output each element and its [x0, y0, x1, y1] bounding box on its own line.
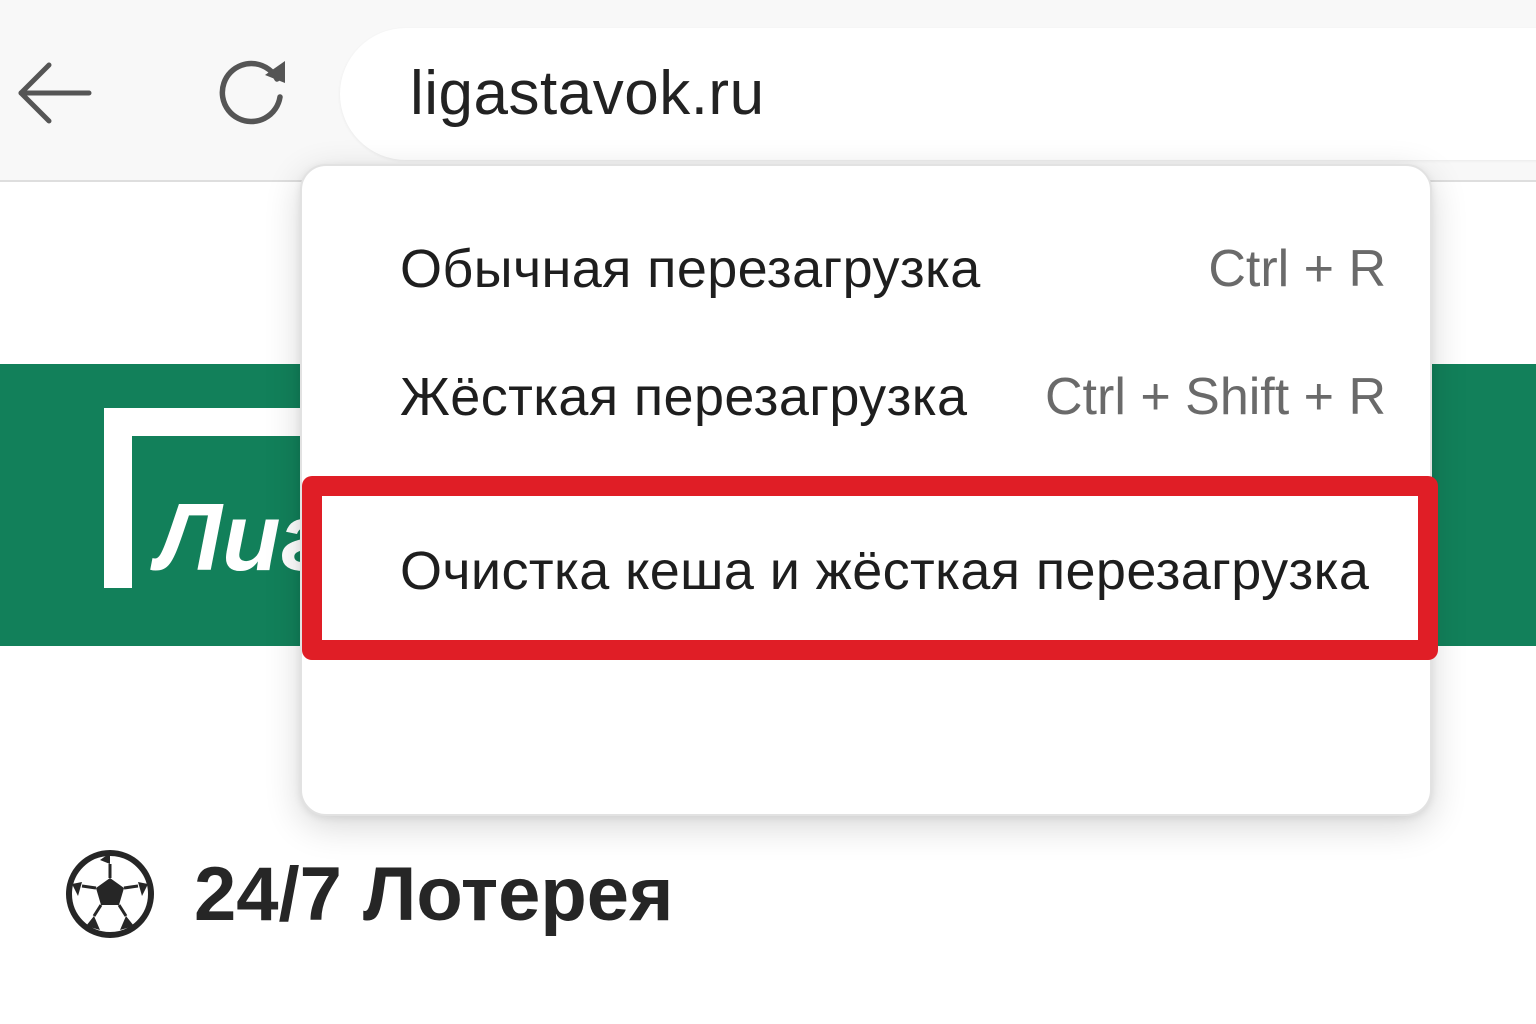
- lottery-link[interactable]: 24/7 Лотерея: [64, 846, 673, 942]
- menu-item-empty-cache-hard-reload[interactable]: Очистка кеша и жёсткая перезагрузка: [302, 516, 1430, 626]
- menu-item-normal-reload[interactable]: Обычная перезагрузка Ctrl + R: [302, 214, 1430, 324]
- browser-toolbar: ligastavok.ru: [0, 0, 1536, 182]
- menu-item-shortcut: Ctrl + R: [1208, 240, 1386, 298]
- lottery-label: 24/7 Лотерея: [194, 851, 674, 937]
- address-text: ligastavok.ru: [410, 59, 765, 128]
- menu-item-hard-reload[interactable]: Жёсткая перезагрузка Ctrl + Shift + R: [302, 342, 1430, 452]
- soccer-ball-icon: [66, 850, 154, 938]
- back-button[interactable]: [10, 48, 96, 134]
- browser-window: ligastavok.ru Лиг 24/7 Лотерея Обычная п…: [0, 0, 1536, 1024]
- reload-icon: [219, 60, 285, 125]
- arrow-left-icon: [18, 62, 92, 124]
- menu-item-shortcut: Ctrl + Shift + R: [1045, 368, 1386, 426]
- reload-context-menu: Обычная перезагрузка Ctrl + R Жёсткая пе…: [300, 164, 1432, 816]
- menu-item-label: Жёсткая перезагрузка: [400, 367, 968, 427]
- reload-button[interactable]: [208, 48, 294, 134]
- menu-item-label: Обычная перезагрузка: [400, 239, 981, 299]
- menu-item-label: Очистка кеша и жёсткая перезагрузка: [400, 541, 1370, 601]
- address-bar[interactable]: ligastavok.ru: [340, 28, 1536, 160]
